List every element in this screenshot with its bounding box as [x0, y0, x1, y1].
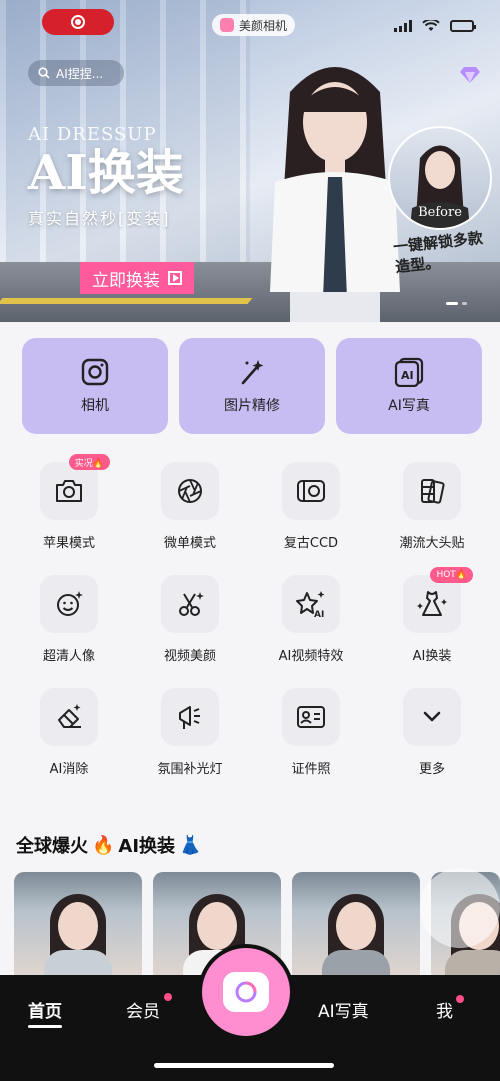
banner-headline: AI DRESSUP AI换装 真实自然秒[变装]	[28, 124, 258, 229]
ai-photo-label: AI写真	[388, 398, 430, 414]
tool-hd-portrait[interactable]: 超清人像	[14, 575, 124, 675]
outfit-thumbnail[interactable]	[292, 872, 420, 982]
tool-mirrorless-mode[interactable]: 微单模式	[135, 462, 245, 562]
floating-assistant-button[interactable]	[420, 868, 500, 948]
tool-label: 微单模式	[163, 536, 216, 551]
live-badge: 实况🔥	[68, 454, 110, 470]
tool-label: 更多	[418, 762, 445, 777]
flame-icon: 🔥	[92, 834, 115, 856]
id-card-icon	[297, 706, 325, 728]
aperture-icon	[178, 479, 202, 503]
carousel-dots	[446, 302, 467, 305]
section-title: 全球爆火 🔥 AI换装 👗	[16, 832, 201, 858]
section-title-text: 全球爆火	[16, 836, 88, 857]
signal-icon	[394, 20, 412, 32]
before-label: Before	[418, 205, 462, 220]
light-icon	[179, 706, 200, 729]
camera-card-label: 相机	[81, 398, 109, 414]
tab-home[interactable]: 首页	[28, 997, 62, 1028]
before-preview: Before	[388, 126, 492, 230]
ai-photo-card[interactable]: AI AI写真	[336, 338, 482, 434]
dress-icon	[417, 591, 447, 616]
banner-subtitle: 真实自然秒[变装]	[28, 209, 171, 228]
me-notification-dot	[456, 995, 464, 1003]
search-placeholder: AI捏捏...	[56, 66, 104, 81]
tool-label: 潮流大头贴	[399, 536, 465, 551]
camera-shutter-icon	[235, 981, 257, 1003]
tool-label: 苹果模式	[42, 536, 95, 551]
banner-title-en: AI DRESSUP	[28, 124, 157, 145]
home-indicator	[154, 1063, 334, 1068]
scissors-icon	[179, 592, 204, 616]
app-indicator: 美颜相机	[212, 14, 296, 36]
photo-retouch-label: 图片精修	[224, 398, 280, 414]
tool-ai-video-effects[interactable]: AI AI视频特效	[256, 575, 366, 675]
tab-ai-photo[interactable]: AI写真	[318, 997, 369, 1022]
tool-label: 复古CCD	[283, 536, 339, 551]
screen-record-button[interactable]	[42, 9, 114, 35]
ccd-camera-icon	[297, 480, 325, 502]
camera-card[interactable]: 相机	[22, 338, 168, 434]
tab-me[interactable]: 我	[436, 997, 453, 1022]
tool-label: AI消除	[49, 762, 89, 777]
magic-wand-icon	[241, 360, 264, 385]
tool-label: 超清人像	[42, 649, 95, 664]
app-logo-icon	[220, 18, 234, 32]
tool-photo-sticker[interactable]: 潮流大头贴	[377, 462, 487, 562]
tool-more[interactable]: 更多	[377, 688, 487, 788]
camera-icon	[56, 480, 82, 502]
tool-label: 氛围补光灯	[157, 762, 223, 777]
search-icon	[38, 67, 50, 79]
banner-title: AI换装	[28, 145, 184, 201]
cta-label: 立即换装	[92, 270, 160, 291]
smile-face-icon	[57, 591, 83, 616]
chevron-down-icon	[423, 711, 441, 722]
camera-icon	[81, 358, 109, 386]
main-content: 相机 图片精修 AI AI写真 实况🔥 苹果模式 微单模式 复古CCD 潮流大头…	[0, 322, 500, 982]
status-bar	[394, 20, 476, 32]
dress-emoji-icon: 👗	[179, 834, 202, 856]
tool-label: AI换装	[412, 649, 452, 664]
section-title-ai: AI换装	[118, 836, 176, 857]
tool-fill-light[interactable]: 氛围补光灯	[135, 688, 245, 788]
tab-member[interactable]: 会员	[126, 997, 160, 1022]
member-notification-dot	[164, 993, 172, 1001]
tool-retro-ccd[interactable]: 复古CCD	[256, 462, 366, 562]
record-icon	[71, 15, 85, 29]
eraser-icon	[58, 704, 81, 728]
change-outfit-button[interactable]: 立即换装	[80, 262, 194, 294]
ai-photo-icon: AI	[394, 357, 424, 387]
road-stripe	[0, 298, 253, 304]
tool-ai-outfit[interactable]: HOT🔥 AI换装	[377, 567, 487, 675]
wifi-icon	[422, 20, 440, 31]
vip-diamond-icon[interactable]	[459, 66, 481, 84]
tool-label: 视频美颜	[163, 649, 216, 664]
svg-text:AI: AI	[401, 369, 414, 382]
hero-banner[interactable]: 美颜相机 AI捏捏... AI DRESSUP AI换装 真实自然秒[变装] 立…	[0, 0, 500, 322]
tool-apple-mode[interactable]: 实况🔥 苹果模式	[14, 454, 124, 562]
search-pill[interactable]: AI捏捏...	[28, 60, 124, 86]
tool-label: 证件照	[291, 762, 331, 777]
outfit-thumbnail[interactable]	[14, 872, 142, 982]
center-camera-button[interactable]	[202, 948, 290, 1036]
tool-label: AI视频特效	[278, 649, 344, 664]
svg-text:AI: AI	[314, 610, 324, 619]
play-icon	[168, 271, 182, 285]
app-name: 美颜相机	[239, 18, 288, 33]
tool-video-beauty[interactable]: 视频美颜	[135, 575, 245, 675]
hot-badge: HOT🔥	[430, 567, 473, 583]
photo-retouch-card[interactable]: 图片精修	[179, 338, 325, 434]
photo-strip-icon	[421, 479, 445, 504]
ai-sparkle-icon: AI	[296, 591, 325, 619]
battery-icon	[450, 20, 476, 32]
tool-id-photo[interactable]: 证件照	[256, 688, 366, 788]
tool-ai-erase[interactable]: AI消除	[14, 688, 124, 788]
